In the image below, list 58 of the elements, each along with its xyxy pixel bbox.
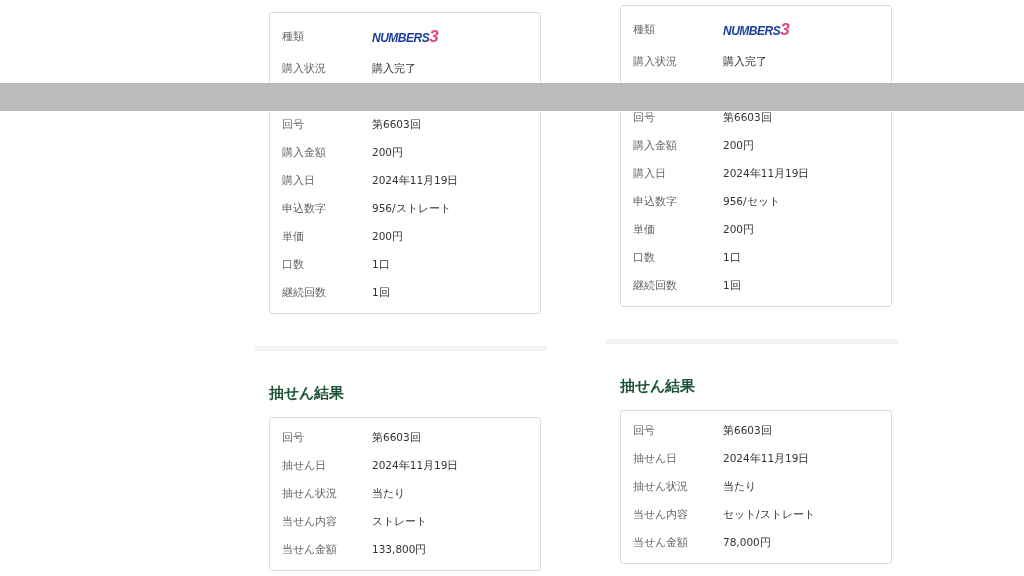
field-label: 回号 xyxy=(282,118,305,132)
field-value: 1口 xyxy=(372,258,390,272)
field-value: 第6603回 xyxy=(372,118,421,132)
field-label: 継続回数 xyxy=(633,279,678,293)
field-value: ストレート xyxy=(372,515,427,529)
field-label: 申込数字 xyxy=(282,202,327,216)
field-value: 第6603回 xyxy=(723,111,772,125)
field-value: 78,000円 xyxy=(723,536,771,550)
field-value: 購入完了 xyxy=(723,55,767,69)
field-value: 956/ストレート xyxy=(372,202,451,216)
field-value: 956/セット xyxy=(723,195,780,209)
field-label: 購入金額 xyxy=(282,146,327,160)
field-value: 第6603回 xyxy=(723,424,772,438)
field-value: 2024年11月19日 xyxy=(723,167,810,181)
section-heading: 抽せん結果 xyxy=(269,384,345,403)
field-label: 継続回数 xyxy=(282,286,327,300)
field-label: 申込数字 xyxy=(633,195,678,209)
field-value: 1回 xyxy=(372,286,390,300)
field-value: 2024年11月19日 xyxy=(372,174,459,188)
numbers-logo: NUMBERS3 xyxy=(372,27,439,47)
numbers-logo: NUMBERS3 xyxy=(723,20,790,40)
field-value: 購入完了 xyxy=(372,62,416,76)
field-label: 単価 xyxy=(282,230,305,244)
field-label: 購入状況 xyxy=(282,62,327,76)
field-value: 1回 xyxy=(723,279,741,293)
field-value: セット/ストレート xyxy=(723,508,815,522)
field-label: 回号 xyxy=(282,431,305,445)
field-label: 当せん内容 xyxy=(633,508,689,522)
field-label: 抽せん日 xyxy=(633,452,678,466)
field-label: 単価 xyxy=(633,223,656,237)
field-value: 当たり xyxy=(723,480,756,494)
field-value: 200円 xyxy=(723,223,755,237)
field-label: 口数 xyxy=(633,251,656,265)
field-value: 1口 xyxy=(723,251,741,265)
field-value: 当たり xyxy=(372,487,405,501)
field-label: 種類 xyxy=(282,30,305,44)
field-label: 購入日 xyxy=(282,174,316,188)
field-label: 購入日 xyxy=(633,167,667,181)
field-label: 購入金額 xyxy=(633,139,678,153)
field-label: 回号 xyxy=(633,424,656,438)
field-label: 抽せん状況 xyxy=(282,487,338,501)
section-heading: 抽せん結果 xyxy=(620,377,696,396)
field-label: 購入状況 xyxy=(633,55,678,69)
field-label: 当せん金額 xyxy=(282,543,338,557)
field-label: 抽せん日 xyxy=(282,459,327,473)
field-label: 回号 xyxy=(633,111,656,125)
field-value: 200円 xyxy=(372,230,404,244)
field-label: 当せん内容 xyxy=(282,515,338,529)
field-value: 2024年11月19日 xyxy=(723,452,810,466)
field-label: 抽せん状況 xyxy=(633,480,689,494)
field-label: 種類 xyxy=(633,23,656,37)
field-label: 口数 xyxy=(282,258,305,272)
field-value: 200円 xyxy=(723,139,755,153)
field-value: 第6603回 xyxy=(372,431,421,445)
field-value: 133,800円 xyxy=(372,543,427,557)
field-value: 200円 xyxy=(372,146,404,160)
field-value: 2024年11月19日 xyxy=(372,459,459,473)
field-label: 当せん金額 xyxy=(633,536,689,550)
